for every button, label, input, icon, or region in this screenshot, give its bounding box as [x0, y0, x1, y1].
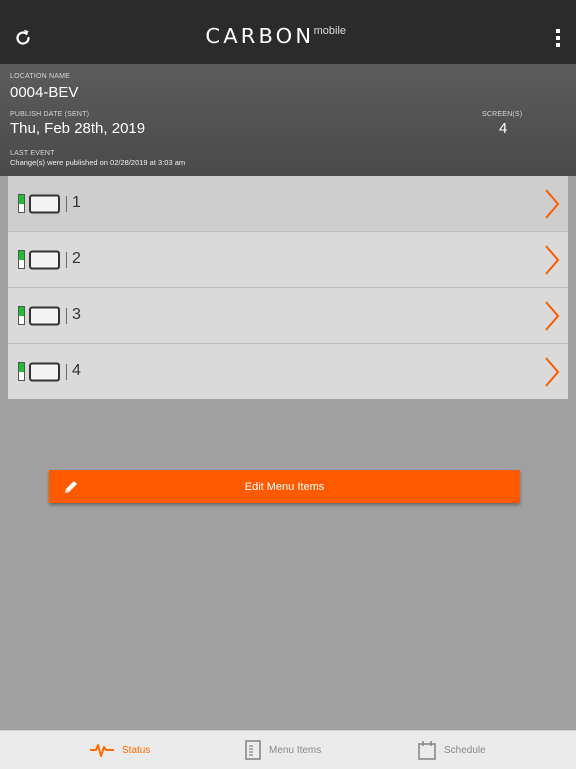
location-name-label: LOCATION NAME [10, 73, 71, 80]
chevron-right-icon[interactable] [544, 300, 560, 332]
more-vertical-icon[interactable] [554, 28, 562, 48]
tab-status[interactable]: Status [90, 731, 150, 769]
logo-main-text: CARBON [205, 24, 315, 48]
app-logo: CARBONmobile [205, 24, 347, 50]
calendar-icon [418, 741, 436, 760]
tab-schedule-label: Schedule [444, 744, 486, 756]
menu-document-icon [245, 740, 261, 760]
screens-label: SCREEN(S) [482, 111, 523, 118]
pulse-icon [90, 744, 114, 757]
refresh-icon[interactable] [12, 27, 34, 49]
screen-row[interactable]: 4 [8, 344, 568, 399]
screen-status-icon [18, 306, 60, 326]
last-event-label: LAST EVENT [10, 150, 55, 157]
chevron-right-icon[interactable] [544, 356, 560, 388]
logo-sub-text: mobile [313, 25, 347, 37]
publish-date-value: Thu, Feb 28th, 2019 [10, 120, 146, 137]
screen-row[interactable]: 2 [8, 232, 568, 288]
screen-row[interactable]: 1 [8, 176, 568, 232]
screen-status-icon [18, 194, 60, 214]
top-bar: CARBONmobile [0, 0, 576, 64]
pencil-icon [65, 481, 77, 493]
row-divider [66, 196, 67, 212]
row-divider [66, 252, 67, 268]
bottom-tab-bar: Status Menu Items Schedule [0, 730, 576, 769]
screen-status-icon [18, 362, 60, 382]
chevron-right-icon[interactable] [544, 188, 560, 220]
screen-number: 2 [72, 250, 81, 267]
publish-date-label: PUBLISH DATE (SENT) [10, 111, 90, 118]
screens-count: 4 [499, 120, 508, 137]
screen-number: 3 [72, 306, 81, 323]
edit-menu-items-label: Edit Menu Items [244, 480, 325, 493]
row-divider [66, 308, 67, 324]
location-info-panel: LOCATION NAME 0004-BEV PUBLISH DATE (SEN… [0, 64, 576, 176]
tab-menu-items[interactable]: Menu Items [245, 731, 321, 769]
row-divider [66, 364, 67, 380]
screen-number: 1 [72, 194, 81, 211]
screen-status-icon [18, 250, 60, 270]
screen-row[interactable]: 3 [8, 288, 568, 344]
tab-menu-items-label: Menu Items [269, 744, 322, 756]
location-name-value: 0004-BEV [10, 84, 79, 101]
tab-status-label: Status [122, 744, 151, 756]
screen-number: 4 [72, 362, 81, 379]
tab-schedule[interactable]: Schedule [418, 731, 486, 769]
chevron-right-icon[interactable] [544, 244, 560, 276]
screen-list: 1 2 3 4 [8, 176, 568, 399]
last-event-value: Change(s) were published on 02/28/2019 a… [10, 158, 186, 167]
edit-menu-items-button[interactable]: Edit Menu Items [49, 470, 520, 503]
